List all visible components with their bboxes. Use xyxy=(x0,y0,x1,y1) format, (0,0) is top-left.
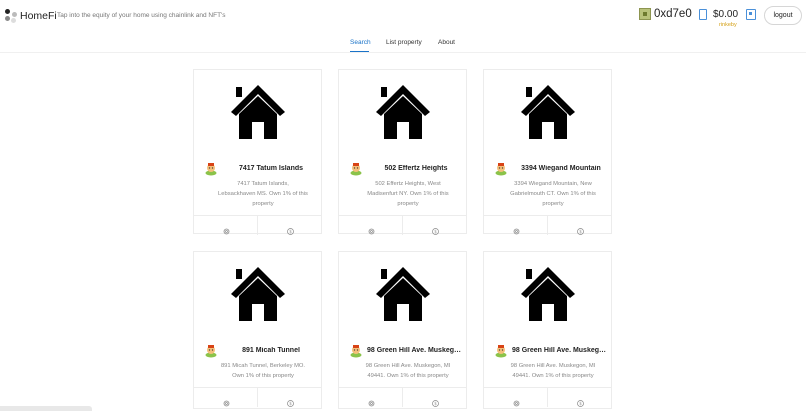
svg-text:$: $ xyxy=(434,229,437,234)
house-icon xyxy=(231,267,285,321)
card-title: 7417 Tatum Islands xyxy=(238,165,304,172)
property-card[interactable]: 98 Green Hill Ave. Muskegon, MI 49441 98… xyxy=(483,251,612,409)
house-icon xyxy=(231,85,285,139)
dollar-circle-icon: $ xyxy=(431,222,439,235)
house-icon xyxy=(521,85,575,139)
buy-button[interactable]: $ xyxy=(258,216,322,235)
card-title: 3394 Wiegand Mountain xyxy=(521,165,601,172)
house-icon xyxy=(376,85,430,139)
gear-icon xyxy=(513,222,520,235)
property-card[interactable]: 3394 Wiegand Mountain 3394 Wiegand Mount… xyxy=(483,69,612,235)
gear-icon xyxy=(223,222,230,235)
wallet-icon[interactable] xyxy=(746,9,756,20)
homefi-logo[interactable] xyxy=(5,9,19,23)
card-description: 502 Effertz Heights, West Madisenfurt NY… xyxy=(367,181,449,207)
dollar-circle-icon: $ xyxy=(286,394,294,407)
card-actions: $ xyxy=(339,387,466,407)
card-actions: $ xyxy=(194,215,321,235)
svg-text:$: $ xyxy=(579,401,582,406)
property-image[interactable] xyxy=(339,252,466,340)
buy-button[interactable]: $ xyxy=(548,216,612,235)
tagline: Tap into the equity of your home using c… xyxy=(57,12,226,19)
account-avatar xyxy=(639,8,651,20)
card-description: 98 Green Hill Ave. Muskegon, MI 49441. O… xyxy=(510,363,596,379)
account-balance: $0.00 xyxy=(713,9,739,20)
brand-name[interactable]: HomeFi xyxy=(20,10,57,22)
account-address[interactable]: 0xd7e0 xyxy=(654,8,692,20)
property-image[interactable] xyxy=(484,70,611,158)
owner-avatar xyxy=(205,162,217,176)
gear-icon xyxy=(368,222,375,235)
owner-avatar xyxy=(205,344,217,358)
owner-avatar xyxy=(495,162,507,176)
logo-dot xyxy=(5,16,10,21)
dollar-circle-icon: $ xyxy=(576,394,584,407)
svg-text:$: $ xyxy=(579,229,582,234)
property-card[interactable]: 891 Micah Tunnel 891 Micah Tunnel, Berke… xyxy=(193,251,322,409)
browser-status-bar xyxy=(0,406,92,411)
svg-text:$: $ xyxy=(289,401,292,406)
buy-button[interactable]: $ xyxy=(258,388,322,407)
property-image[interactable] xyxy=(194,70,321,158)
svg-text:$: $ xyxy=(434,401,437,406)
house-icon xyxy=(376,267,430,321)
card-actions: $ xyxy=(194,387,321,407)
settings-button[interactable] xyxy=(484,216,548,235)
tab-about[interactable]: About xyxy=(438,39,455,46)
dollar-circle-icon: $ xyxy=(286,222,294,235)
owner-avatar xyxy=(350,344,362,358)
svg-text:$: $ xyxy=(289,229,292,234)
card-actions: $ xyxy=(484,387,611,407)
buy-button[interactable]: $ xyxy=(548,388,612,407)
header: HomeFi Tap into the equity of your home … xyxy=(0,0,806,34)
card-description: 7417 Tatum Islands, Lebsackhaven MS. Own… xyxy=(218,181,308,207)
settings-button[interactable] xyxy=(194,216,258,235)
divider xyxy=(0,52,806,53)
card-title: 98 Green Hill Ave. Muskegon, MI 49441 xyxy=(512,347,610,354)
settings-button[interactable] xyxy=(194,388,258,407)
settings-button[interactable] xyxy=(339,216,403,235)
property-card[interactable]: 7417 Tatum Islands 7417 Tatum Islands, L… xyxy=(193,69,322,235)
card-description: 3394 Wiegand Mountain, New Gabrielmouth … xyxy=(510,181,596,207)
house-icon xyxy=(521,267,575,321)
property-card[interactable]: 98 Green Hill Ave. Muskegon, MI 49441 98… xyxy=(338,251,467,409)
settings-button[interactable] xyxy=(339,388,403,407)
card-actions: $ xyxy=(339,215,466,235)
tab-search[interactable]: Search xyxy=(350,39,371,46)
copy-address-icon[interactable] xyxy=(699,9,707,20)
owner-avatar xyxy=(350,162,362,176)
property-card[interactable]: 502 Effertz Heights 502 Effertz Heights,… xyxy=(338,69,467,235)
card-actions: $ xyxy=(484,215,611,235)
card-title: 502 Effertz Heights xyxy=(384,165,448,172)
owner-avatar xyxy=(495,344,507,358)
buy-button[interactable]: $ xyxy=(403,216,467,235)
gear-icon xyxy=(223,394,230,407)
logo-dot xyxy=(5,9,10,14)
buy-button[interactable]: $ xyxy=(403,388,467,407)
dollar-circle-icon: $ xyxy=(576,222,584,235)
network-label: rinkeby xyxy=(719,22,737,28)
logout-button[interactable]: logout xyxy=(764,6,802,25)
tab-list-property[interactable]: List property xyxy=(386,39,422,46)
dollar-circle-icon: $ xyxy=(431,394,439,407)
card-description: 98 Green Hill Ave. Muskegon, MI 49441. O… xyxy=(365,363,451,379)
property-image[interactable] xyxy=(484,252,611,340)
account-widget[interactable]: 0xd7e0 $0.00 rinkeby xyxy=(639,7,749,29)
property-image[interactable] xyxy=(194,252,321,340)
card-description: 891 Micah Tunnel, Berkeley MO. Own 1% of… xyxy=(220,363,306,379)
settings-button[interactable] xyxy=(484,388,548,407)
logo-dot xyxy=(12,12,17,17)
card-title: 891 Micah Tunnel xyxy=(242,347,300,354)
card-title: 98 Green Hill Ave. Muskegon, MI 49441 xyxy=(367,347,465,354)
logo-dot xyxy=(11,18,16,23)
gear-icon xyxy=(368,394,375,407)
gear-icon xyxy=(513,394,520,407)
property-image[interactable] xyxy=(339,70,466,158)
